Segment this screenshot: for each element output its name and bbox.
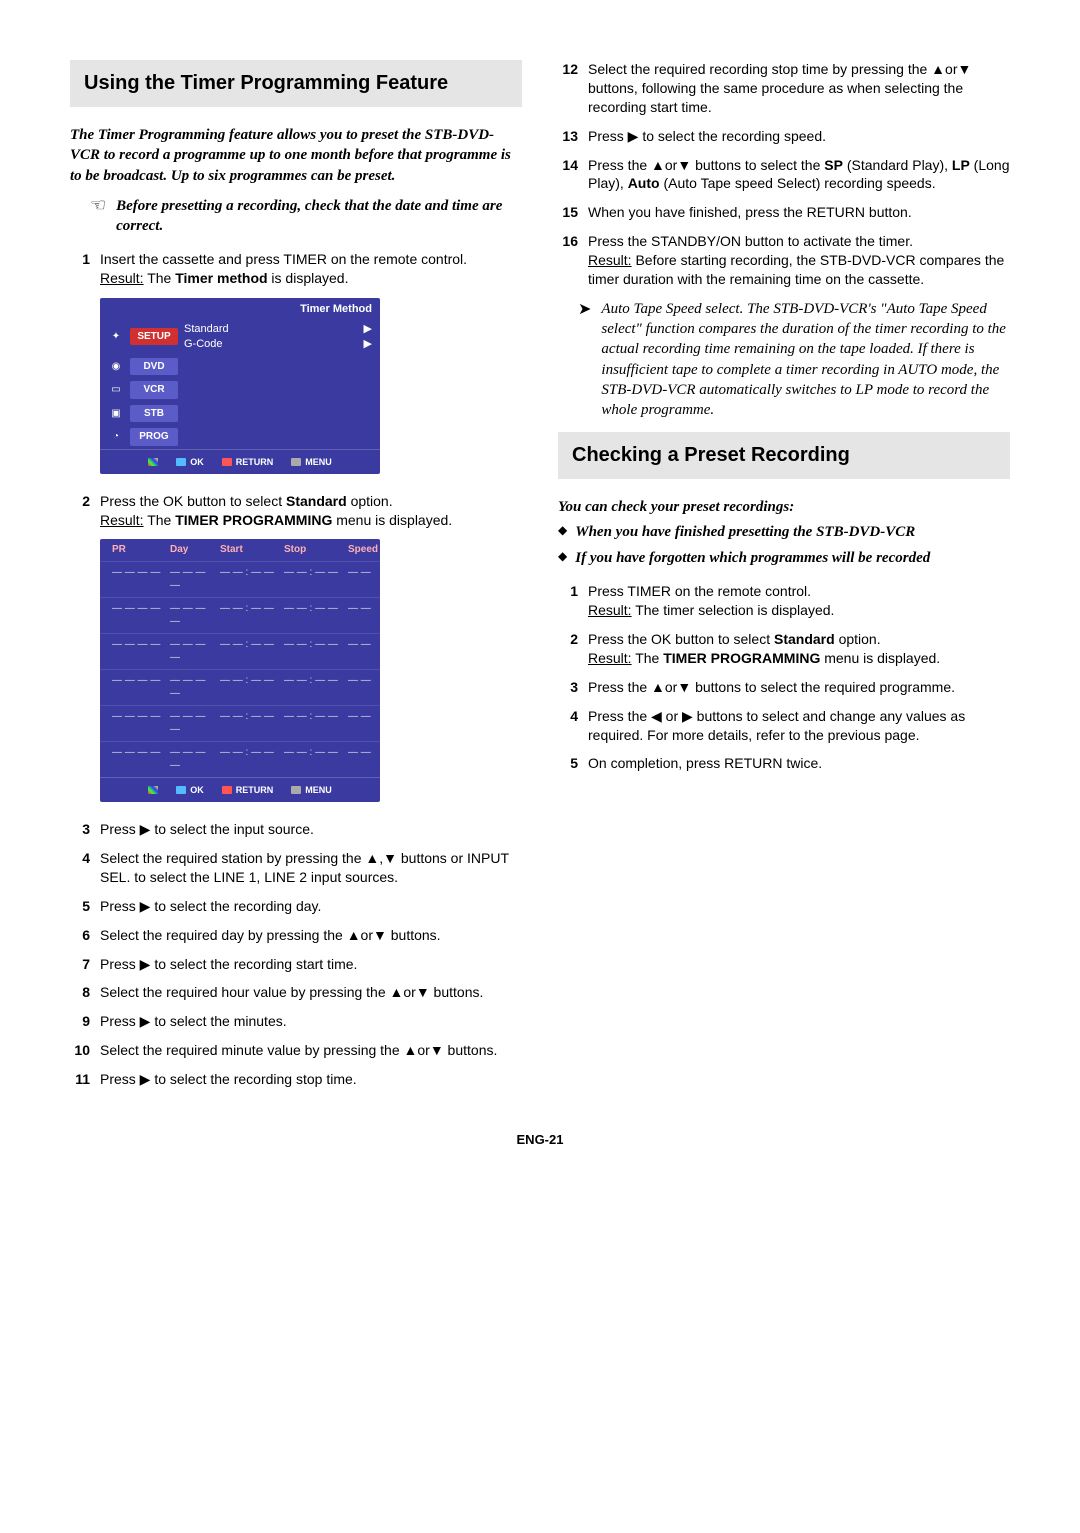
step-number: 9 [70, 1012, 90, 1031]
col-pr: PR [112, 543, 162, 557]
step-number: 8 [70, 983, 90, 1002]
step-body: Press the ◀ or ▶ buttons to select and c… [588, 707, 1010, 745]
clock-icon: ◔ [108, 430, 124, 444]
step-body: Press the ▲or▼ buttons to select the req… [588, 678, 1010, 697]
hand-point-icon: ☜ [90, 196, 106, 214]
step-body: Insert the cassette and press TIMER on t… [100, 250, 522, 288]
option-gcode: G-Code [184, 337, 223, 352]
table-row: — — — —— — — —— — : — —— — : — —— — [100, 669, 380, 705]
disc-icon: ◉ [108, 360, 124, 374]
step-body: Press the OK button to select Standard o… [588, 630, 1010, 668]
table-row: — — — —— — — —— — : — —— — : — —— — [100, 705, 380, 741]
step-number: 13 [558, 127, 578, 146]
step-body: Press ▶ to select the recording stop tim… [100, 1070, 522, 1089]
osd-timer-method: Timer Method ✦ SETUP Standard ▶ G-Code ▶ ◉ D… [100, 298, 380, 474]
step-number: 3 [558, 678, 578, 697]
step-body: Press ▶ to select the input source. [100, 820, 522, 839]
return-key-icon [222, 458, 232, 466]
step-body: Press TIMER on the remote control. Resul… [588, 582, 1010, 620]
step-body: Press ▶ to select the recording start ti… [100, 955, 522, 974]
step-number: 15 [558, 203, 578, 222]
step-body: Press the STANDBY/ON button to activate … [588, 232, 1010, 289]
preset-check-note: Before presetting a recording, check tha… [116, 196, 522, 237]
step-number: 4 [558, 707, 578, 745]
ok-key-icon [176, 786, 186, 794]
step-number: 3 [70, 820, 90, 839]
move-key-icon [148, 786, 158, 794]
tape-icon: ▭ [108, 383, 124, 397]
page-number: ENG-21 [70, 1131, 1010, 1149]
step-number: 5 [558, 754, 578, 773]
col-day: Day [170, 543, 212, 557]
auto-tape-note: Auto Tape Speed select. The STB-DVD-VCR'… [601, 299, 1010, 421]
check-bullet: When you have finished presetting the ST… [575, 522, 915, 542]
step-number: 4 [70, 849, 90, 887]
ok-key-icon [176, 458, 186, 466]
menu-key-icon [291, 458, 301, 466]
menu-stb: STB [130, 405, 178, 423]
osd-title: Timer Method [100, 298, 380, 319]
step-number: 5 [70, 897, 90, 916]
menu-setup: SETUP [130, 328, 178, 346]
step-body: Press the OK button to select Standard o… [100, 492, 522, 530]
section-heading-checking: Checking a Preset Recording [558, 432, 1010, 479]
col-stop: Stop [284, 543, 340, 557]
step-number: 2 [558, 630, 578, 668]
step-number: 16 [558, 232, 578, 289]
step-body: Select the required hour value by pressi… [100, 983, 522, 1002]
diamond-bullet-icon: ◆ [558, 522, 567, 542]
step-body: Select the required station by pressing … [100, 849, 522, 887]
step-body: Press ▶ to select the minutes. [100, 1012, 522, 1031]
table-row: — — — —— — — —— — : — —— — : — —— — [100, 561, 380, 597]
step-body: On completion, press RETURN twice. [588, 754, 1010, 773]
step-number: 6 [70, 926, 90, 945]
step-number: 14 [558, 156, 578, 194]
angle-arrow-icon: ➤ [578, 299, 591, 421]
menu-prog: PROG [130, 428, 178, 446]
osd-timer-programming: PR Day Start Stop Speed — — — —— — — —— … [100, 539, 380, 802]
step-number: 11 [70, 1070, 90, 1089]
move-key-icon [148, 458, 158, 466]
gear-icon: ✦ [108, 330, 124, 344]
menu-vcr: VCR [130, 381, 178, 399]
step-number: 1 [558, 582, 578, 620]
right-arrow-icon: ▶ [364, 322, 372, 337]
table-row: — — — —— — — —— — : — —— — : — —— — [100, 633, 380, 669]
stb-icon: ▣ [108, 407, 124, 421]
table-row: — — — —— — — —— — : — —— — : — —— — [100, 597, 380, 633]
step-body: Select the required recording stop time … [588, 60, 1010, 117]
diamond-bullet-icon: ◆ [558, 548, 567, 568]
step-number: 1 [70, 250, 90, 288]
step-number: 12 [558, 60, 578, 117]
step-body: When you have finished, press the RETURN… [588, 203, 1010, 222]
menu-dvd: DVD [130, 358, 178, 376]
step-number: 7 [70, 955, 90, 974]
step-body: Press ▶ to select the recording speed. [588, 127, 1010, 146]
intro-paragraph: The Timer Programming feature allows you… [70, 125, 522, 186]
step-number: 10 [70, 1041, 90, 1060]
step-number: 2 [70, 492, 90, 530]
step-body: Select the required day by pressing the … [100, 926, 522, 945]
right-arrow-icon: ▶ [364, 337, 372, 352]
section-heading-timer: Using the Timer Programming Feature [70, 60, 522, 107]
col-speed: Speed [348, 543, 392, 557]
step-body: Select the required minute value by pres… [100, 1041, 522, 1060]
check-bullet: If you have forgotten which programmes w… [575, 548, 930, 568]
option-standard: Standard [184, 322, 229, 337]
step-body: Press ▶ to select the recording day. [100, 897, 522, 916]
return-key-icon [222, 786, 232, 794]
menu-key-icon [291, 786, 301, 794]
check-intro: You can check your preset recordings: [558, 497, 1010, 517]
col-start: Start [220, 543, 276, 557]
table-row: — — — —— — — —— — : — —— — : — —— — [100, 741, 380, 777]
step-body: Press the ▲or▼ buttons to select the SP … [588, 156, 1010, 194]
